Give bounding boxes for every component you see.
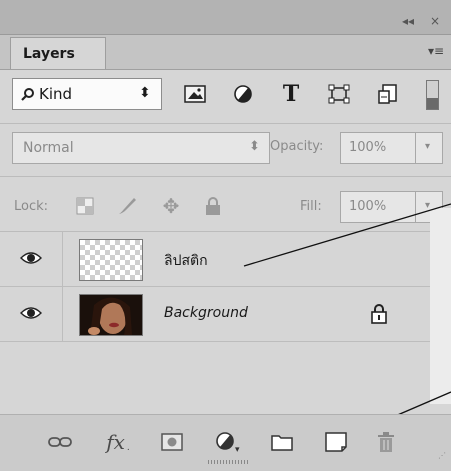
panel-resize-handle[interactable]	[208, 460, 248, 464]
new-layer-icon[interactable]	[322, 429, 350, 455]
annotation-lines	[243, 203, 451, 433]
layers-panel: ◂◂ × Layers ▾≡ Kind ⬍ T Normal ⬍ Opacity…	[0, 0, 451, 471]
svg-text:▾: ▾	[235, 445, 240, 453]
resize-grip-icon[interactable]: ⋰	[438, 451, 446, 460]
fx-icon[interactable]: fx.	[104, 429, 132, 455]
mask-icon[interactable]	[158, 429, 186, 455]
delete-icon[interactable]	[372, 429, 400, 455]
group-folder-icon[interactable]	[268, 429, 296, 455]
link-layers-icon[interactable]	[46, 429, 74, 455]
adjustment-layer-icon[interactable]: ▾	[214, 429, 242, 455]
